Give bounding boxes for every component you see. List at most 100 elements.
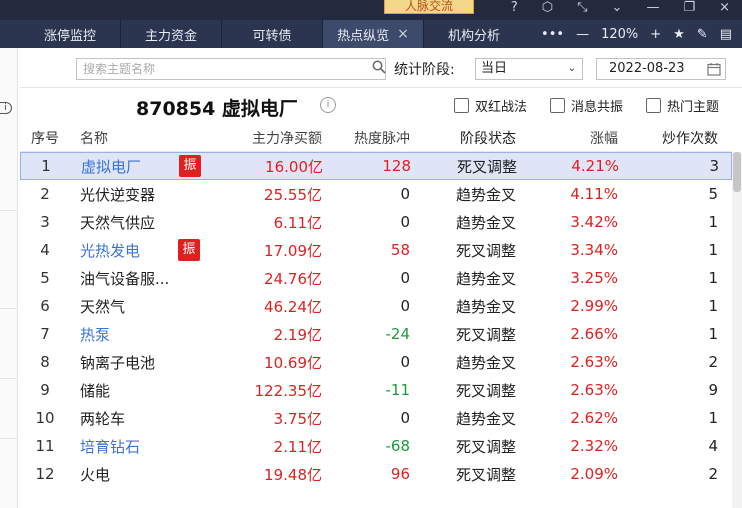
tab-label: 机构分析 bbox=[447, 28, 500, 44]
header-heat-pulse[interactable]: 热度脉冲 bbox=[322, 128, 410, 148]
row-hype-count: 1 bbox=[708, 409, 718, 427]
row-change: 3.42% bbox=[570, 213, 618, 231]
menu-chevron-icon[interactable]: ⌄ bbox=[612, 0, 623, 20]
scrollbar-thumb[interactable] bbox=[733, 152, 741, 192]
row-hype-count: 4 bbox=[708, 437, 718, 455]
header-net-buy[interactable]: 主力净买额 bbox=[208, 128, 322, 148]
row-theme-name[interactable]: 虚拟电厂 bbox=[71, 156, 179, 177]
info-icon[interactable]: i bbox=[320, 97, 336, 113]
header-index[interactable]: 序号 bbox=[20, 128, 70, 148]
search-input[interactable]: 搜索主题名称 bbox=[76, 58, 386, 80]
row-net-buy: 16.00亿 bbox=[265, 157, 323, 176]
close-window-icon[interactable]: × bbox=[719, 0, 730, 20]
table-row[interactable]: 5 油气设备服... 24.76亿 0 趋势金叉 3.25% 1 bbox=[20, 264, 732, 292]
row-change: 2.62% bbox=[570, 409, 618, 427]
table-row[interactable]: 4 光热发电振 17.09亿 58 死叉调整 3.34% 1 bbox=[20, 236, 732, 264]
checkbox-label: 双红战法 bbox=[475, 100, 528, 115]
row-theme-name[interactable]: 热泵 bbox=[70, 324, 178, 345]
edit-icon[interactable]: ✎ bbox=[697, 27, 708, 42]
star-icon[interactable]: ★ bbox=[673, 27, 685, 42]
checkbox-double-red[interactable]: 双红战法 bbox=[454, 96, 527, 115]
minimize-icon[interactable]: — bbox=[646, 0, 659, 20]
help-icon[interactable]: ? bbox=[511, 0, 518, 20]
tab-hotspot-overview[interactable]: 热点纵览 × bbox=[323, 20, 423, 48]
row-hype-count: 1 bbox=[708, 213, 718, 231]
table-row[interactable]: 7 热泵 2.19亿 -24 死叉调整 2.66% 1 bbox=[20, 320, 732, 348]
row-stage: 趋势金叉 bbox=[455, 353, 516, 372]
close-tab-icon[interactable]: × bbox=[397, 26, 409, 42]
cube-icon[interactable]: ⬡ bbox=[542, 0, 553, 20]
resonance-badge[interactable]: 振 bbox=[178, 239, 200, 261]
zoom-level: 120% bbox=[601, 26, 639, 42]
table-row[interactable]: 10 两轮车 3.75亿 0 趋势金叉 2.62% 1 bbox=[20, 404, 732, 432]
zoom-in-icon[interactable]: + bbox=[650, 27, 661, 42]
row-index: 11 bbox=[35, 437, 55, 455]
vertical-scrollbar[interactable] bbox=[732, 152, 742, 508]
checkbox-box[interactable] bbox=[454, 98, 469, 113]
tab-bar: 涨停监控 主力资金 可转债 热点纵览 × 机构分析 ••• — 120% + ★ … bbox=[0, 20, 742, 48]
restore-icon[interactable]: ❐ bbox=[683, 0, 695, 20]
left-side-panel: i bbox=[0, 48, 18, 508]
tab-main-funds[interactable]: 主力资金 bbox=[121, 20, 221, 48]
date-picker[interactable]: 2022-08-23 bbox=[596, 58, 726, 80]
row-heat-pulse: 0 bbox=[400, 409, 410, 427]
layout-icon[interactable]: ▤ bbox=[720, 27, 732, 42]
header-stage[interactable]: 阶段状态 bbox=[410, 128, 516, 148]
checkbox-box[interactable] bbox=[550, 98, 565, 113]
header-name[interactable]: 名称 bbox=[70, 128, 178, 148]
more-icon[interactable]: ••• bbox=[541, 27, 564, 42]
tab-institution-analysis[interactable]: 机构分析 bbox=[424, 20, 524, 48]
row-hype-count: 2 bbox=[708, 353, 718, 371]
checkbox-box[interactable] bbox=[646, 98, 661, 113]
row-stage: 死叉调整 bbox=[455, 437, 516, 456]
row-stage: 趋势金叉 bbox=[455, 409, 516, 428]
resonance-badge[interactable]: 振 bbox=[179, 155, 201, 177]
table-row[interactable]: 3 天然气供应 6.11亿 0 趋势金叉 3.42% 1 bbox=[20, 208, 732, 236]
table-row[interactable]: 6 天然气 46.24亿 0 趋势金叉 2.99% 1 bbox=[20, 292, 732, 320]
tab-limit-up-monitor[interactable]: 涨停监控 bbox=[20, 20, 120, 48]
community-badge[interactable]: 人脉交流 bbox=[384, 0, 474, 14]
table-row[interactable]: 1 虚拟电厂振 16.00亿 128 死叉调整 4.21% 3 bbox=[20, 152, 732, 180]
row-change: 3.34% bbox=[570, 241, 618, 259]
table-row[interactable]: 11 培育钻石 2.11亿 -68 死叉调整 2.32% 4 bbox=[20, 432, 732, 460]
row-hype-count: 1 bbox=[708, 325, 718, 343]
row-hype-count: 1 bbox=[708, 241, 718, 259]
row-theme-name[interactable]: 培育钻石 bbox=[70, 436, 178, 457]
row-change: 2.32% bbox=[570, 437, 618, 455]
table-row[interactable]: 8 钠离子电池 10.69亿 0 趋势金叉 2.63% 2 bbox=[20, 348, 732, 376]
divider bbox=[0, 308, 18, 309]
zoom-out-icon[interactable]: — bbox=[576, 27, 589, 42]
window-controls: ? ⬡ ⤡ ⌄ — ❐ × bbox=[511, 0, 742, 20]
row-net-buy: 24.76亿 bbox=[264, 269, 322, 288]
row-net-buy: 2.19亿 bbox=[273, 325, 322, 344]
checkbox-hot-topics[interactable]: 热门主题 bbox=[646, 96, 719, 115]
row-change: 4.11% bbox=[570, 185, 618, 203]
table-row[interactable]: 12 火电 19.48亿 96 死叉调整 2.09% 2 bbox=[20, 460, 732, 488]
row-index: 4 bbox=[40, 241, 50, 259]
row-change: 2.66% bbox=[570, 325, 618, 343]
row-heat-pulse: 0 bbox=[400, 213, 410, 231]
row-net-buy: 10.69亿 bbox=[264, 353, 322, 372]
row-heat-pulse: 0 bbox=[400, 297, 410, 315]
header-hype-count[interactable]: 炒作次数 bbox=[618, 128, 726, 148]
row-change: 2.09% bbox=[570, 465, 618, 483]
shrink-icon[interactable]: ⤡ bbox=[577, 0, 587, 20]
row-index: 5 bbox=[40, 269, 50, 287]
row-stage: 趋势金叉 bbox=[455, 269, 516, 288]
search-icon[interactable] bbox=[372, 60, 386, 74]
table-row[interactable]: 9 储能 122.35亿 -11 死叉调整 2.63% 9 bbox=[20, 376, 732, 404]
row-theme-name: 钠离子电池 bbox=[80, 353, 156, 372]
header-change[interactable]: 涨幅 bbox=[516, 128, 618, 148]
calendar-icon[interactable] bbox=[707, 62, 721, 76]
info-icon[interactable]: i bbox=[0, 102, 12, 114]
row-change: 4.21% bbox=[571, 157, 619, 175]
row-net-buy: 122.35亿 bbox=[254, 381, 323, 400]
row-change: 3.25% bbox=[570, 269, 618, 287]
stage-select[interactable]: 当日 ⌄ bbox=[475, 58, 583, 80]
row-heat-pulse: -11 bbox=[385, 381, 411, 399]
checkbox-label: 热门主题 bbox=[667, 100, 720, 115]
tab-convertible-bonds[interactable]: 可转债 bbox=[222, 20, 322, 48]
table-row[interactable]: 2 光伏逆变器 25.55亿 0 趋势金叉 4.11% 5 bbox=[20, 180, 732, 208]
checkbox-news-resonance[interactable]: 消息共振 bbox=[550, 96, 623, 115]
row-theme-name[interactable]: 光热发电 bbox=[70, 240, 178, 261]
